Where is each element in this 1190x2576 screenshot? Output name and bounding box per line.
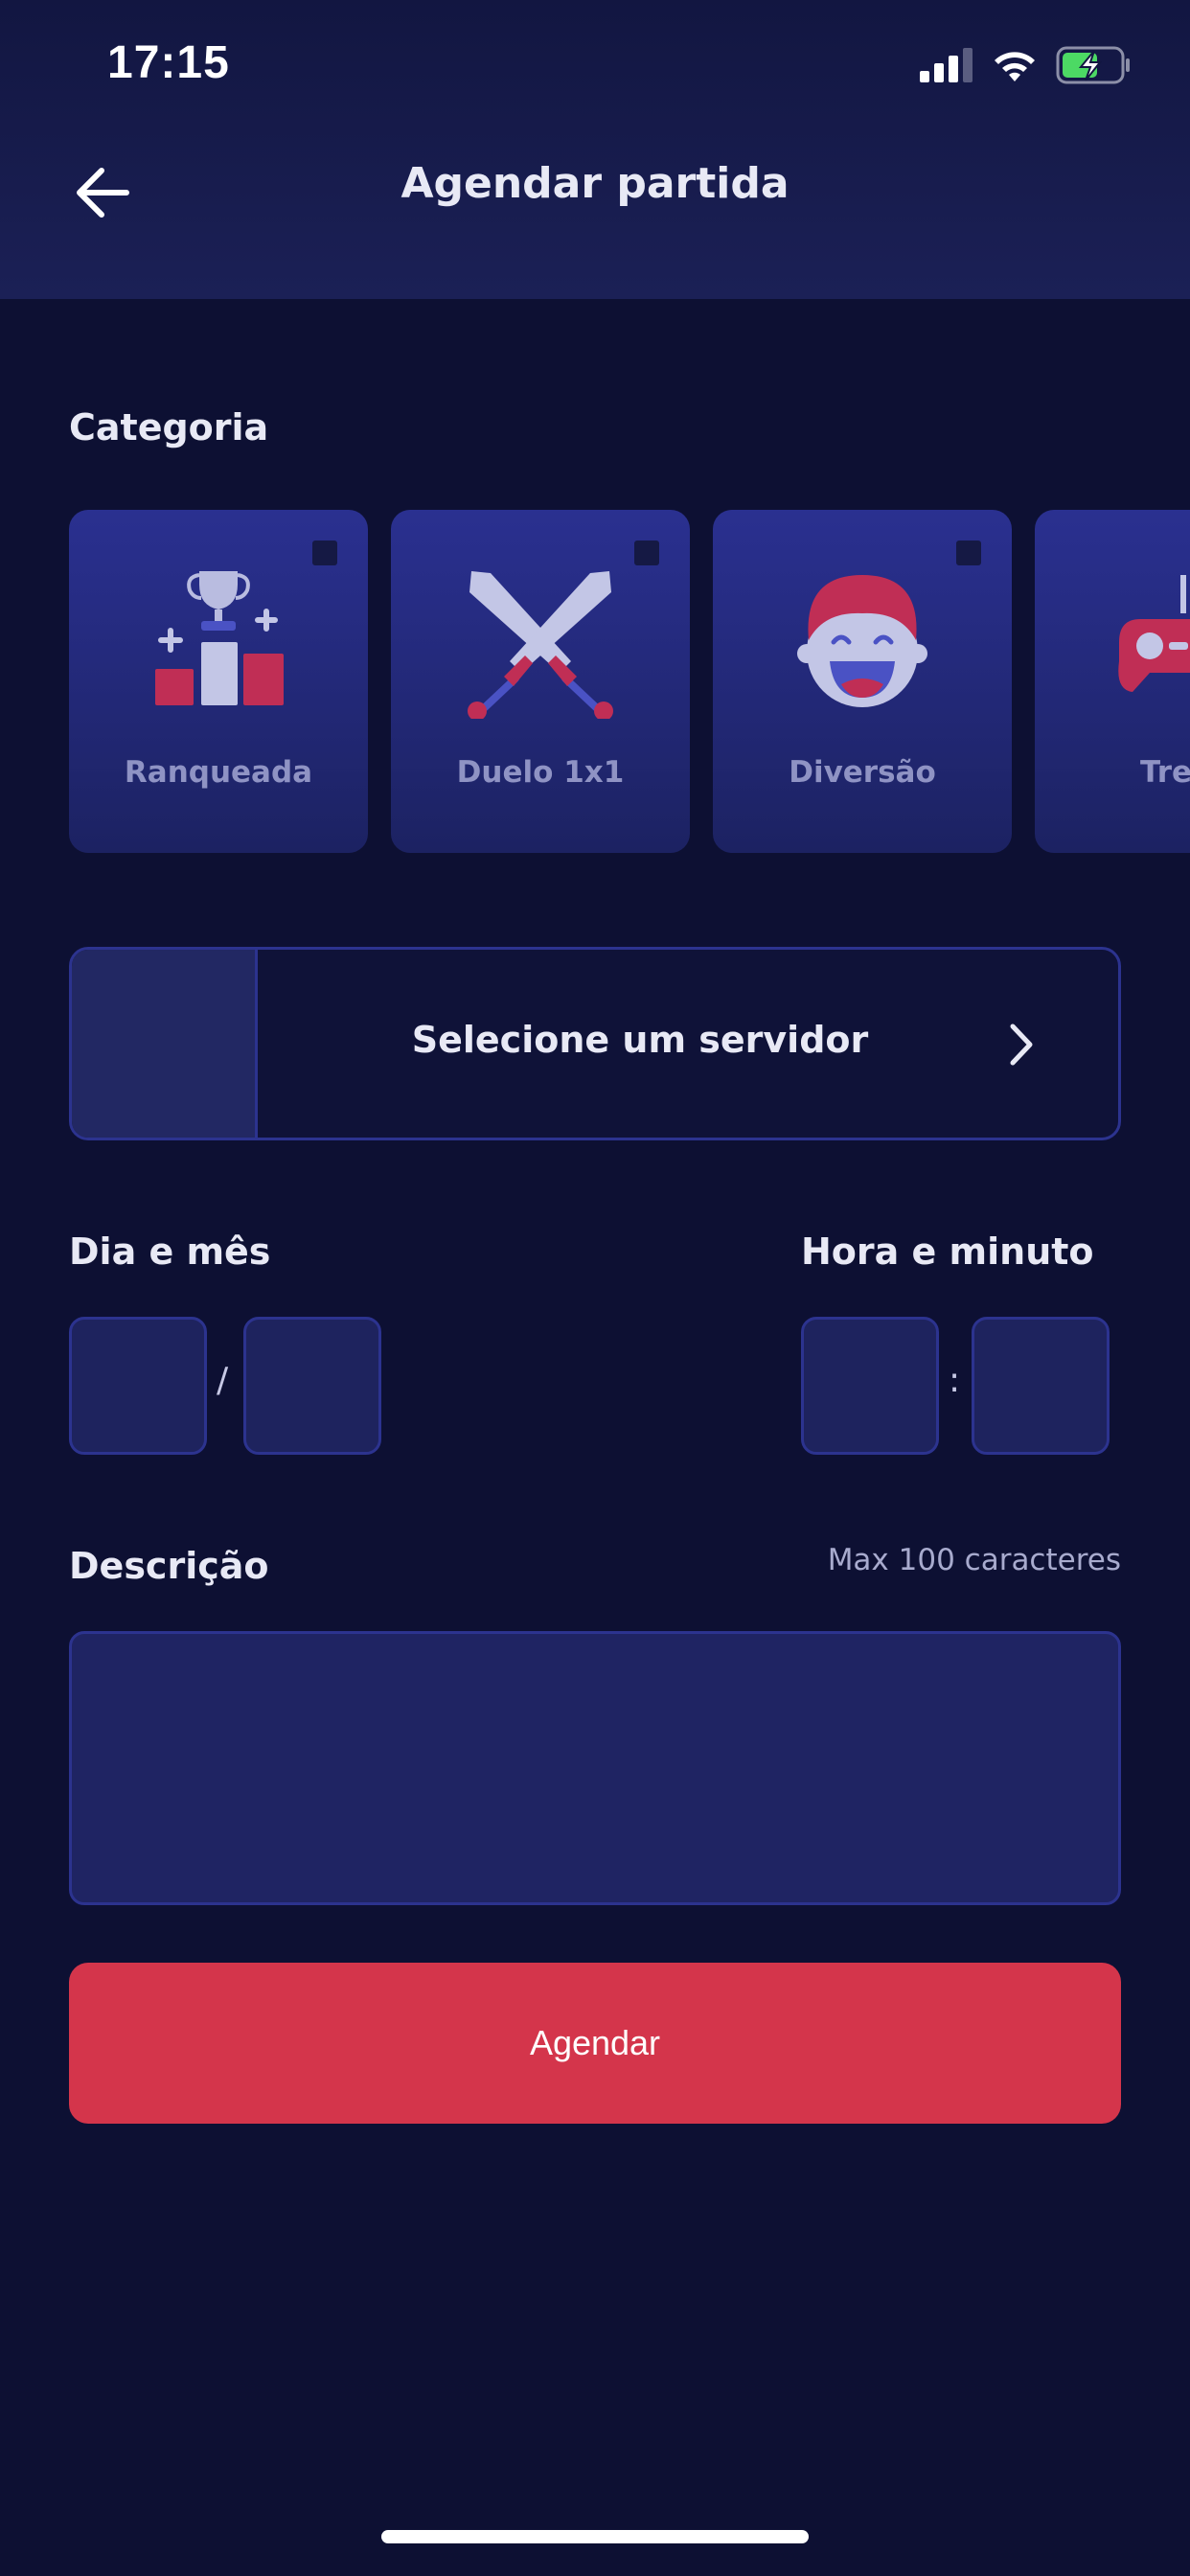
minute-input[interactable] (972, 1317, 1110, 1455)
wifi-icon (995, 52, 1035, 81)
category-label: Ranqueada (124, 755, 313, 790)
crossed-swords-icon (468, 571, 613, 719)
category-card-treino[interactable]: Trei (1035, 510, 1190, 853)
chevron-right-icon (1010, 1024, 1033, 1066)
server-thumbnail (72, 950, 258, 1138)
category-label: Duelo 1x1 (456, 755, 625, 790)
category-card-diversao[interactable]: Diversão (713, 510, 1012, 853)
hour-input[interactable] (801, 1317, 939, 1455)
page-title: Agendar partida (400, 159, 790, 208)
description-textarea[interactable] (69, 1631, 1121, 1905)
time-heading: Hora e minuto (801, 1230, 1094, 1273)
category-checkbox[interactable] (312, 540, 337, 565)
date-heading: Dia e mês (69, 1230, 271, 1273)
date-separator: / (217, 1361, 229, 1400)
status-time: 17:15 (107, 37, 230, 88)
laughing-face-icon (797, 575, 927, 707)
status-icons (920, 44, 1131, 86)
category-checkbox[interactable] (634, 540, 659, 565)
cellular-signal-icon (920, 48, 973, 82)
home-indicator[interactable] (381, 2530, 809, 2543)
category-card-ranqueada[interactable]: Ranqueada (69, 510, 368, 853)
trophy-podium-icon (155, 571, 284, 705)
server-selector[interactable]: Selecione um servidor (69, 947, 1121, 1140)
category-label: Trei (1140, 755, 1190, 790)
server-placeholder: Selecione um servidor (411, 1019, 869, 1061)
category-heading: Categoria (69, 406, 269, 448)
app-header: 17:15 Agendar partida (0, 0, 1190, 299)
month-input[interactable] (243, 1317, 381, 1455)
gamepad-icon (1118, 575, 1190, 692)
category-label: Diversão (789, 755, 936, 790)
battery-charging-icon (1056, 46, 1130, 84)
category-checkbox[interactable] (956, 540, 981, 565)
day-input[interactable] (69, 1317, 207, 1455)
category-card-duelo[interactable]: Duelo 1x1 (391, 510, 690, 853)
category-carousel[interactable]: Ranqueada Duelo 1x1 Diversão Tre (69, 510, 1190, 855)
description-heading: Descrição (69, 1545, 269, 1587)
description-char-limit: Max 100 caracteres (827, 1543, 1121, 1577)
schedule-button[interactable]: Agendar (69, 1963, 1121, 2124)
time-separator: : (949, 1361, 961, 1400)
